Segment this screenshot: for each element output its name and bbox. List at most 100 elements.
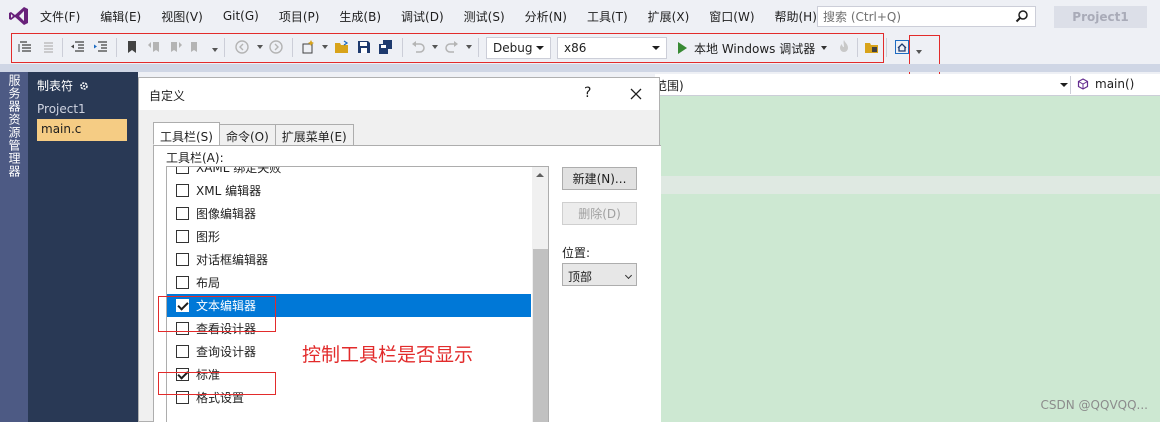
dialog-title-bar: 自定义 ?: [139, 78, 659, 110]
menu-git[interactable]: Git(G): [213, 9, 269, 23]
navigate-backward-icon[interactable]: [234, 39, 250, 55]
menu-extensions[interactable]: 扩展(X): [638, 8, 700, 25]
position-select[interactable]: 顶部: [562, 263, 637, 286]
menu-edit[interactable]: 编辑(E): [90, 8, 151, 25]
chevron-down-icon[interactable]: [1060, 83, 1068, 87]
tab-extension-menus[interactable]: 扩展菜单(E): [274, 124, 354, 145]
scrollbar-thumb[interactable]: [533, 249, 548, 422]
checkbox[interactable]: [176, 391, 189, 404]
position-label: 位置:: [562, 246, 591, 260]
toolbar-list-item-label: 图像编辑器: [196, 207, 257, 221]
new-project-icon[interactable]: [300, 39, 316, 55]
gear-icon[interactable]: [79, 81, 89, 91]
checkbox[interactable]: [176, 276, 189, 289]
navigate-backward-dropdown[interactable]: [257, 45, 263, 49]
checkbox[interactable]: [176, 184, 189, 197]
bookmark-icon[interactable]: [124, 39, 140, 55]
checkbox[interactable]: [176, 167, 189, 174]
undo-icon[interactable]: [410, 39, 426, 55]
decrease-indent-icon[interactable]: [70, 39, 86, 55]
toolbar-list-item[interactable]: 对话框编辑器: [167, 248, 531, 271]
delete-toolbar-button[interactable]: 删除(D): [562, 202, 637, 225]
menu-project[interactable]: 项目(P): [269, 8, 330, 25]
toolbar-list-item-label: 对话框编辑器: [196, 253, 269, 267]
search-input[interactable]: [823, 9, 1008, 24]
checkbox[interactable]: [176, 322, 189, 335]
menu-test[interactable]: 测试(S): [454, 8, 515, 25]
toolbar-list-item[interactable]: XML 编辑器: [167, 179, 531, 202]
comment-out-icon[interactable]: [18, 39, 34, 55]
checkbox[interactable]: [176, 230, 189, 243]
toolbar-list-item[interactable]: 文本编辑器: [167, 294, 531, 317]
home-icon[interactable]: [894, 39, 910, 55]
redo-icon[interactable]: [444, 39, 460, 55]
menu-build[interactable]: 生成(B): [329, 8, 391, 25]
menu-debug[interactable]: 调试(D): [391, 8, 454, 25]
chevron-down-icon: [624, 271, 633, 280]
scroll-up-arrow-icon[interactable]: [536, 173, 544, 177]
tabs-panel: 制表符 Project1 main.c: [28, 72, 138, 422]
separator: [402, 38, 403, 57]
toolbar-list-item[interactable]: 图形: [167, 225, 531, 248]
previous-bookmark-icon[interactable]: [146, 39, 162, 55]
chevron-down-icon[interactable]: [821, 46, 828, 50]
toolbar-list-item[interactable]: 布局: [167, 271, 531, 294]
tab-file-main-c[interactable]: main.c: [37, 119, 127, 141]
solution-explorer-icon[interactable]: [864, 39, 880, 55]
undo-dropdown[interactable]: [432, 45, 438, 49]
navigate-forward-icon[interactable]: [268, 39, 284, 55]
toolbar-list-item[interactable]: 图像编辑器: [167, 202, 531, 225]
platform-select[interactable]: x86: [557, 37, 667, 59]
menu-analyze[interactable]: 分析(N): [515, 8, 577, 25]
hot-reload-icon[interactable]: [836, 39, 852, 55]
increase-indent-icon[interactable]: [93, 39, 109, 55]
redo-dropdown[interactable]: [466, 45, 472, 49]
next-bookmark-icon[interactable]: [168, 39, 184, 55]
menu-view[interactable]: 视图(V): [151, 8, 213, 25]
configuration-select[interactable]: Debug: [486, 37, 551, 59]
function-dropdown[interactable]: main(): [1077, 77, 1134, 91]
menu-file[interactable]: 文件(F): [40, 8, 90, 25]
tab-toolbars[interactable]: 工具栏(S): [153, 122, 220, 145]
annotation-text: 控制工具栏是否显示: [302, 344, 474, 366]
toolbars-list[interactable]: XAML 绑定失败 XML 编辑器图像编辑器图形对话框编辑器布局 文本编辑器 查看设计…: [166, 166, 549, 422]
tab-commands[interactable]: 命令(O): [218, 124, 276, 145]
vertical-scrollbar[interactable]: [532, 167, 548, 422]
position-value: 顶部: [568, 270, 593, 284]
save-all-icon[interactable]: [378, 39, 394, 55]
start-debugging-button[interactable]: 本地 Windows 调试器: [678, 37, 828, 59]
project-name-badge: Project1: [1054, 6, 1147, 28]
visual-studio-logo-icon[interactable]: [8, 5, 30, 27]
help-button[interactable]: ?: [584, 85, 591, 101]
document-well-strip: [0, 64, 1160, 72]
checkbox-checked[interactable]: [176, 299, 189, 312]
toolbar-list-item[interactable]: XAML 绑定失败: [167, 166, 531, 179]
new-toolbar-button[interactable]: 新建(N)...: [562, 167, 637, 190]
separator: [62, 38, 63, 57]
chevron-down-icon: [536, 46, 544, 50]
close-icon[interactable]: [629, 87, 643, 101]
search-box[interactable]: [817, 6, 1036, 27]
checkbox-checked[interactable]: [176, 368, 189, 381]
navigation-bar: 范围) main(): [655, 74, 1160, 96]
toolbar-list-item[interactable]: 格式设置: [167, 386, 531, 409]
menu-window[interactable]: 窗口(W): [699, 8, 764, 25]
server-explorer-tab[interactable]: 服务器资源管理器: [6, 74, 23, 178]
code-editor[interactable]: [660, 96, 1160, 422]
save-icon[interactable]: [356, 39, 372, 55]
clear-bookmarks-icon[interactable]: [188, 39, 204, 55]
checkbox[interactable]: [176, 345, 189, 358]
toolbar-options-dropdown[interactable]: [916, 50, 922, 54]
toolbar-list-item-label: XAML 绑定失败: [196, 166, 282, 175]
checkbox[interactable]: [176, 253, 189, 266]
tab-group-project[interactable]: Project1: [37, 102, 86, 116]
toolbar-list-item[interactable]: 查看设计器: [167, 317, 531, 340]
uncomment-icon[interactable]: [40, 39, 56, 55]
checkbox[interactable]: [176, 207, 189, 220]
new-project-dropdown[interactable]: [322, 45, 328, 49]
menu-tools[interactable]: 工具(T): [577, 8, 638, 25]
toolbar-list-item-label: 查询设计器: [196, 345, 257, 359]
open-file-icon[interactable]: [334, 39, 350, 55]
toolbar-overflow-dropdown[interactable]: [212, 48, 218, 52]
separator: [292, 38, 293, 57]
